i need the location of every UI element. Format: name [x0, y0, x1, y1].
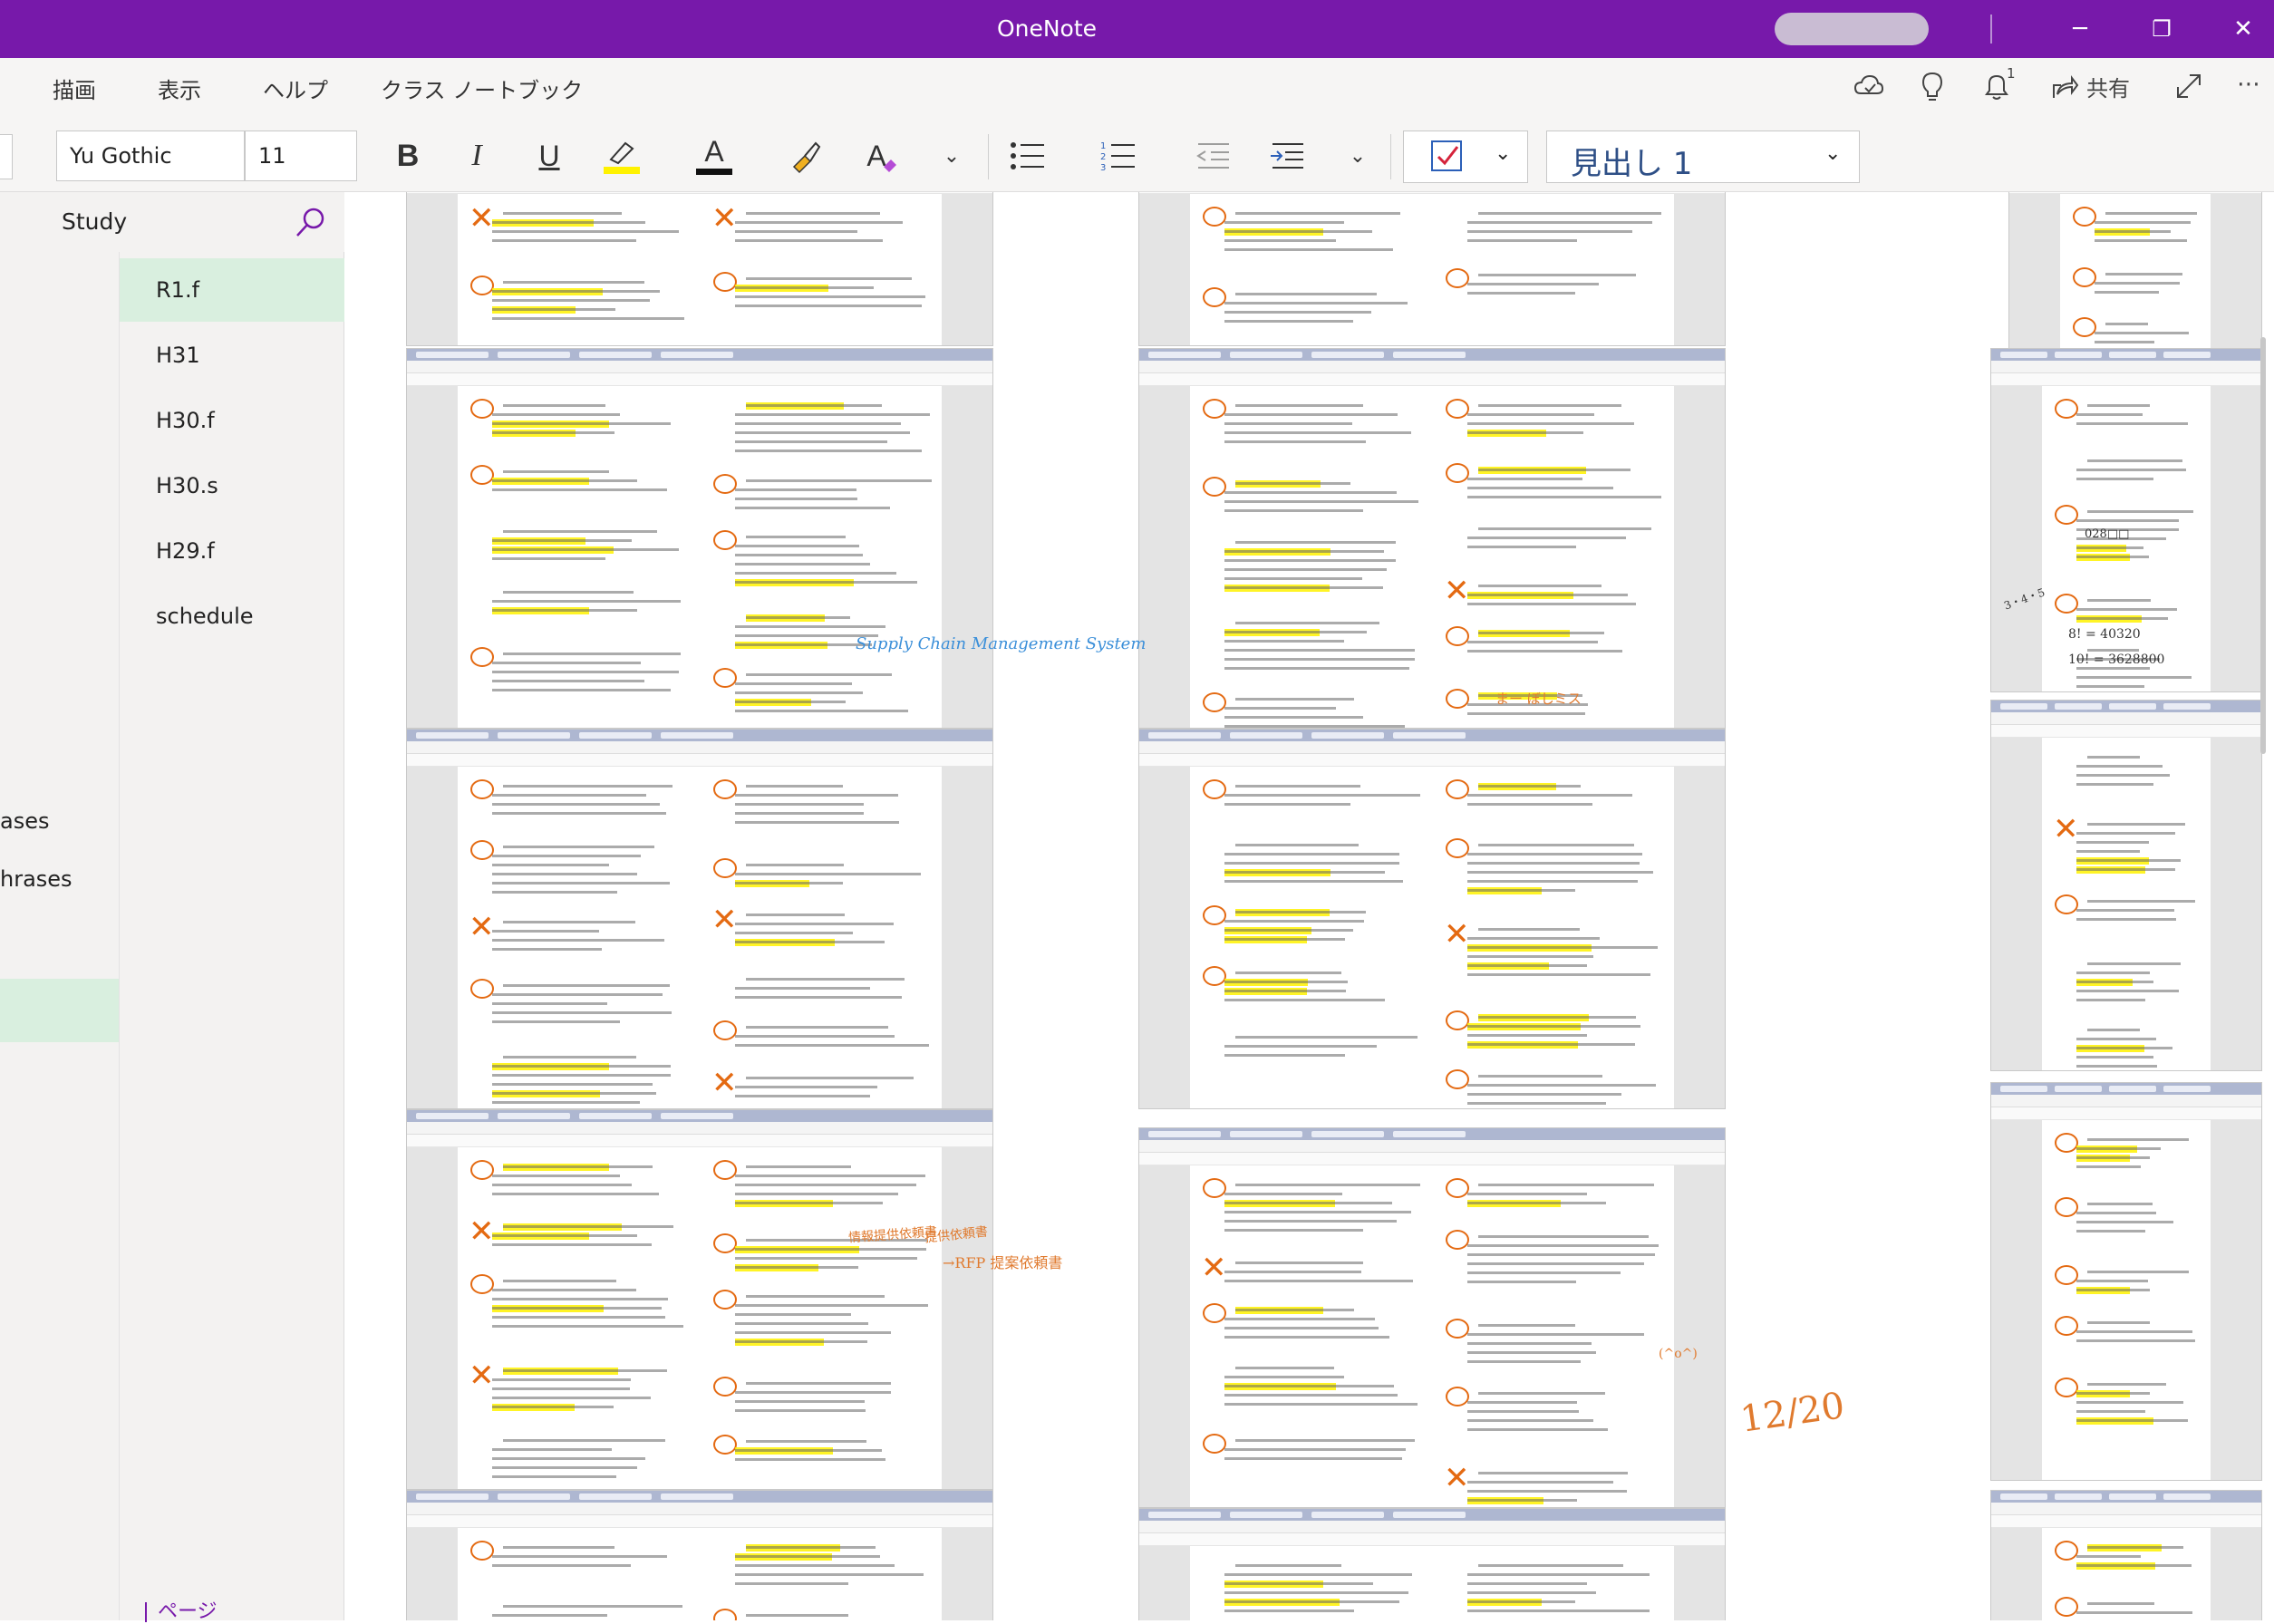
pasted-screenshot	[1990, 1082, 2262, 1481]
fullscreen-icon[interactable]	[2173, 71, 2204, 109]
account-avatar[interactable]	[1775, 13, 1929, 45]
highlight-button[interactable]	[595, 130, 649, 181]
title-divider	[1990, 14, 1992, 44]
pasted-screenshot	[406, 348, 993, 729]
decrease-indent-button[interactable]	[1185, 130, 1240, 181]
page-item[interactable]: H30.f	[120, 389, 344, 452]
bullets-button[interactable]	[1001, 130, 1055, 181]
ribbon-toolbar: Yu Gothic 11 B I U A A ⌄ 123 ⌄ ⌄ 見出し 1 ⌄	[0, 121, 2274, 192]
todo-checkbox-icon	[1431, 140, 1462, 171]
page-item[interactable]: H30.s	[120, 454, 344, 517]
pasted-screenshot	[1138, 192, 1726, 346]
section-title: Study	[62, 208, 128, 235]
pasted-screenshot: ✕	[1138, 729, 1726, 1109]
indent-icon	[1271, 143, 1303, 169]
bullet-list-icon	[1011, 142, 1044, 169]
increase-indent-button[interactable]	[1260, 130, 1314, 181]
svg-text:2: 2	[1100, 152, 1106, 162]
ribbon-divider	[1390, 134, 1391, 179]
font-name-input[interactable]: Yu Gothic	[56, 130, 245, 181]
numbering-button[interactable]: 123	[1091, 130, 1146, 181]
handwritten-note: (^o^)	[1659, 1347, 1698, 1361]
more-options-icon[interactable]: ⋯	[2237, 71, 2260, 98]
tag-chevron-icon: ⌄	[1495, 142, 1512, 165]
font-size-input[interactable]: 11	[245, 130, 357, 181]
bell-icon[interactable]: 1	[1981, 65, 2018, 111]
paste-icon[interactable]	[0, 134, 13, 179]
notification-count: 1	[2007, 65, 2016, 82]
outdent-icon	[1196, 143, 1229, 169]
eraser-icon	[883, 160, 896, 172]
close-button[interactable]: ✕	[2202, 0, 2274, 58]
share-button[interactable]: 共有	[2050, 71, 2130, 102]
page-item-selected[interactable]: R1.f	[120, 258, 344, 322]
handwritten-note: まー ぼしミス	[1495, 691, 1582, 707]
font-color-swatch	[696, 168, 732, 175]
handwritten-note: →RFP 提案依頼書	[943, 1254, 1063, 1271]
share-icon	[2053, 74, 2079, 98]
style-chevron-icon: ⌄	[1824, 142, 1842, 165]
format-painter-button[interactable]	[779, 130, 834, 181]
handwritten-math: 10! = 3628800	[2068, 652, 2165, 667]
lightbulb-icon[interactable]	[1918, 71, 1947, 111]
pasted-screenshot: ✕ ✕ ✕	[406, 729, 993, 1109]
highlight-color-swatch	[604, 167, 640, 174]
pasted-screenshot	[1990, 1490, 2262, 1620]
pasted-screenshot: ✕	[1138, 348, 1726, 729]
search-icon[interactable]	[294, 205, 328, 239]
restore-button[interactable]: ❐	[2121, 0, 2202, 58]
page-item[interactable]: schedule	[120, 585, 344, 648]
tab-help[interactable]: ヘルプ	[263, 72, 328, 104]
handwritten-date: 12/20	[1737, 1385, 1847, 1441]
underline-button[interactable]: U	[522, 130, 576, 181]
page-item[interactable]: H29.f	[120, 519, 344, 583]
pasted-screenshot: ✕	[1990, 700, 2262, 1071]
pasted-screenshot	[406, 1490, 993, 1620]
handwritten-math: 028□□	[2085, 527, 2130, 541]
more-format-chevron-icon[interactable]: ⌄	[934, 130, 970, 181]
style-dropdown[interactable]: 見出し 1 ⌄	[1546, 130, 1860, 183]
section-item-selected[interactable]	[0, 979, 119, 1042]
handwritten-math: 8! = 40320	[2068, 627, 2141, 642]
handwritten-note: Supply Chain Management System	[856, 634, 1147, 653]
highlighter-icon	[609, 141, 634, 165]
add-page-label: ページ	[158, 1600, 218, 1623]
menu-bar: 描画 表示 ヘルプ クラス ノートブック 1 共有 ⋯	[0, 58, 2274, 121]
section-item-partial[interactable]: ases	[0, 808, 49, 834]
bold-button[interactable]: B	[381, 130, 435, 181]
section-header: Study	[0, 192, 344, 252]
vertical-scrollbar[interactable]	[2260, 337, 2266, 754]
svg-text:1: 1	[1100, 141, 1106, 151]
page-item[interactable]: H31	[120, 324, 344, 387]
pasted-screenshot: ✕ ✕	[406, 192, 993, 346]
pasted-screenshot: ✕ ✕	[406, 1109, 993, 1490]
minimize-button[interactable]: ─	[2039, 0, 2121, 58]
tab-view[interactable]: 表示	[158, 72, 201, 104]
section-pane: ases hrases	[0, 192, 120, 1620]
pasted-screenshot	[1138, 1508, 1726, 1620]
paintbrush-icon	[792, 141, 821, 174]
numbered-list-icon: 123	[1100, 141, 1135, 172]
paragraph-chevron-icon[interactable]: ⌄	[1340, 130, 1376, 181]
clear-formatting-button[interactable]: A	[856, 130, 910, 181]
share-label: 共有	[2086, 76, 2130, 102]
font-color-glyph: A	[704, 134, 724, 168]
add-page-button[interactable]: ページ	[145, 1595, 218, 1624]
style-name: 見出し 1	[1571, 146, 1693, 182]
tab-class-notebook[interactable]: クラス ノートブック	[381, 72, 583, 104]
tab-draw[interactable]: 描画	[53, 72, 96, 104]
tag-dropdown[interactable]: ⌄	[1403, 130, 1528, 183]
section-item-partial[interactable]: hrases	[0, 866, 73, 892]
pasted-screenshot: ✕ ✕	[1138, 1127, 1726, 1508]
title-bar: OneNote ─ ❐ ✕	[0, 0, 2274, 58]
ribbon-divider	[988, 134, 989, 179]
sync-icon[interactable]	[1853, 71, 1885, 111]
italic-button[interactable]: I	[450, 130, 504, 181]
font-color-button[interactable]: A	[687, 130, 741, 181]
svg-text:3: 3	[1100, 163, 1106, 172]
page-canvas[interactable]: ✕ ✕ ✕ ✕ ✕ ✕ ✕ ✕ ✕ ✕ ✕ ✕ Supply Chain Management Sys…	[344, 192, 2274, 1620]
